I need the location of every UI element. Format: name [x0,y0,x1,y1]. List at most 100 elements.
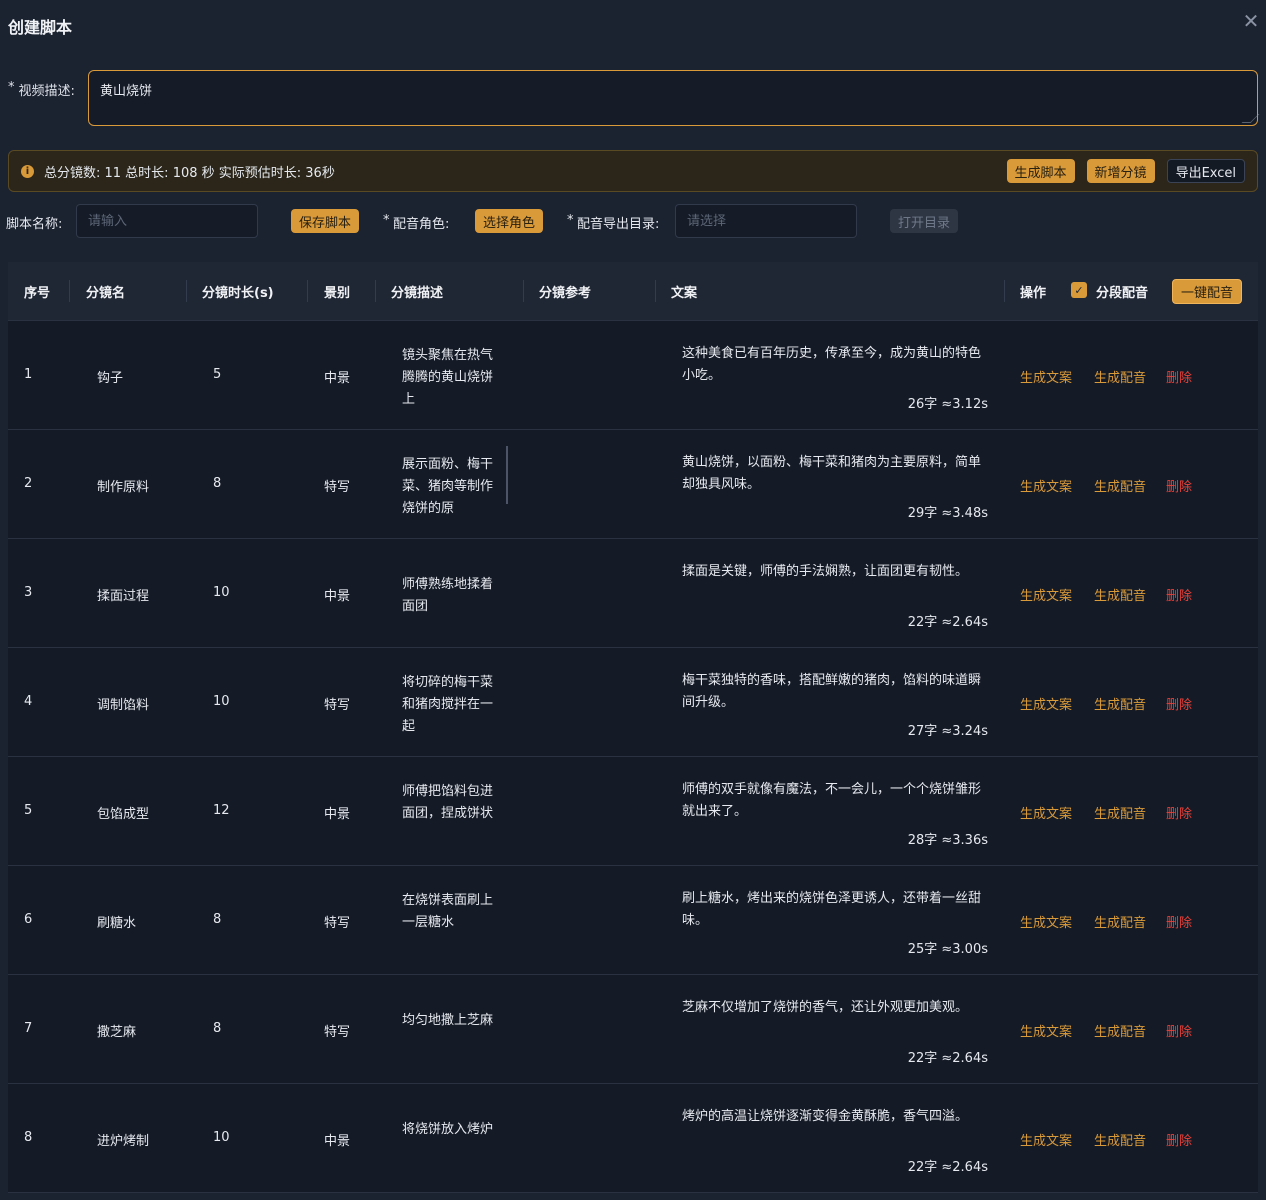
gen-copy-link[interactable]: 生成文案 [1020,367,1072,386]
row-shot-name: 钩子 [97,371,124,386]
row-shot-type: 中景 [324,807,351,822]
table-body: 1 钩子 5 中景 镜头聚焦在热气腾腾的黄山烧饼上 这种美食已有百年历史，传承至今，成为黄… [8,321,1258,1193]
gen-voice-link[interactable]: 生成配音 [1094,912,1146,931]
add-shot-button[interactable]: 新增分镜 [1086,159,1155,183]
row-index: 4 [24,694,33,709]
header-ops: 操作 [1020,286,1047,301]
header-ref: 分镜参考 [539,286,592,301]
row-shot-type: 特写 [324,1025,351,1040]
row-index: 1 [24,367,33,382]
required-mark: * [383,213,390,228]
export-excel-button[interactable]: 导出Excel [1166,159,1245,183]
video-desc-label: 视频描述: [18,84,75,99]
gen-copy-link[interactable]: 生成文案 [1020,694,1072,713]
gen-voice-link[interactable]: 生成配音 [1094,585,1146,604]
voice-role-label: 配音角色: [393,217,450,232]
generate-script-button[interactable]: 生成脚本 [1006,159,1075,183]
segment-voice-checkbox[interactable]: ✓ [1071,282,1087,298]
delete-link[interactable]: 删除 [1166,912,1192,931]
table-row: 2 制作原料 8 特写 展示面粉、梅干菜、猪肉等制作烧饼的原 黄山烧饼，以面粉、梅干菜和猪… [8,430,1258,539]
row-duration: 8 [213,912,222,927]
video-desc-textarea[interactable]: 黄山烧饼 [88,70,1260,126]
gen-copy-link[interactable]: 生成文案 [1020,585,1072,604]
row-shot-desc: 均匀地撒上芝麻 [402,1013,494,1028]
row-copy-text: 梅干菜独特的香味，搭配鲜嫩的猪肉，馅料的味道瞬间升级。 [682,673,982,710]
header-index: 序号 [24,286,51,301]
gen-copy-link[interactable]: 生成文案 [1020,912,1072,931]
table-row: 6 刷糖水 8 特写 在烧饼表面刷上一层糖水 刷上糖水，烤出来的烧饼色泽更诱人，还带着一丝… [8,866,1258,975]
delete-link[interactable]: 删除 [1166,1021,1192,1040]
row-char-count: 25字 ≈3.00s [907,942,988,957]
header-separator [307,280,308,302]
header-separator [69,280,70,302]
row-shot-desc: 镜头聚焦在热气腾腾的黄山烧饼上 [402,348,494,407]
row-index: 6 [24,912,33,927]
row-index: 2 [24,476,33,491]
row-shot-desc: 师傅把馅料包进面团，捏成饼状 [402,784,494,821]
gen-copy-link[interactable]: 生成文案 [1020,1021,1072,1040]
export-dir-input[interactable] [675,204,857,238]
header-copy: 文案 [671,286,698,301]
gen-voice-link[interactable]: 生成配音 [1094,803,1146,822]
video-desc-row: * 视频描述: [8,70,75,99]
required-mark: * [8,80,15,95]
row-copy-text: 芝麻不仅增加了烧饼的香气，还让外观更加美观。 [682,1000,969,1015]
script-name-label: 脚本名称: [6,217,63,232]
header-separator [523,280,524,302]
script-name-input[interactable] [76,204,258,238]
delete-link[interactable]: 删除 [1166,1130,1192,1149]
table-row: 1 钩子 5 中景 镜头聚焦在热气腾腾的黄山烧饼上 这种美食已有百年历史，传承至今，成为黄… [8,321,1258,430]
gen-copy-link[interactable]: 生成文案 [1020,1130,1072,1149]
row-shot-name: 撒芝麻 [97,1025,137,1040]
gen-voice-link[interactable]: 生成配音 [1094,1021,1146,1040]
header-name: 分镜名 [86,286,126,301]
one-click-voice-button[interactable]: 一键配音 [1172,279,1243,304]
gen-voice-link[interactable]: 生成配音 [1094,1130,1146,1149]
delete-link[interactable]: 删除 [1166,803,1192,822]
header-separator [655,280,656,302]
delete-link[interactable]: 删除 [1166,476,1192,495]
shot-table: 序号 分镜名 分镜时长(s) 景别 分镜描述 分镜参考 文案 操作 ✓ 分段配音… [8,262,1258,1193]
row-duration: 8 [213,476,222,491]
row-copy-text: 黄山烧饼，以面粉、梅干菜和猪肉为主要原料，简单却独具风味。 [682,455,982,492]
row-shot-type: 中景 [324,1134,351,1149]
row-index: 8 [24,1130,33,1145]
row-copy-text: 刷上糖水，烤出来的烧饼色泽更诱人，还带着一丝甜味。 [682,891,982,928]
select-role-button[interactable]: 选择角色 [475,209,544,233]
desc-scrollbar[interactable] [506,446,508,504]
video-desc-value: 黄山烧饼 [100,84,153,99]
row-shot-desc: 将烧饼放入烤炉 [402,1122,494,1137]
save-script-button[interactable]: 保存脚本 [291,209,360,233]
row-shot-type: 中景 [324,589,351,604]
open-dir-button[interactable]: 打开目录 [890,209,959,233]
gen-voice-link[interactable]: 生成配音 [1094,367,1146,386]
row-shot-name: 调制馅料 [97,698,150,713]
script-form-row: 脚本名称: 保存脚本 * 配音角色: 选择角色 * 配音导出目录: 打开目录 [0,204,1266,238]
summary-text: 总分镜数: 11 总时长: 108 秒 实际预估时长: 36秒 [44,165,335,181]
segment-voice-label: 分段配音 [1096,286,1149,301]
row-duration: 5 [213,367,222,382]
row-shot-name: 制作原料 [97,480,150,495]
row-shot-type: 特写 [324,916,351,931]
row-shot-name: 进炉烤制 [97,1134,150,1149]
row-duration: 10 [213,585,230,600]
gen-voice-link[interactable]: 生成配音 [1094,476,1146,495]
delete-link[interactable]: 删除 [1166,367,1192,386]
gen-copy-link[interactable]: 生成文案 [1020,803,1072,822]
table-row: 5 包馅成型 12 中景 师傅把馅料包进面团，捏成饼状 师傅的双手就像有魔法，不一会儿，一… [8,757,1258,866]
row-shot-desc: 将切碎的梅干菜和猪肉搅拌在一起 [402,675,494,734]
close-icon[interactable]: ✕ [1240,9,1262,33]
summary-alert: i 总分镜数: 11 总时长: 108 秒 实际预估时长: 36秒 生成脚本 新… [8,150,1258,192]
row-char-count: 26字 ≈3.12s [907,397,988,412]
table-row: 3 揉面过程 10 中景 师傅熟练地揉着面团 揉面是关键，师傅的手法娴熟，让面团更有韧性。… [8,539,1258,648]
gen-voice-link[interactable]: 生成配音 [1094,694,1146,713]
row-duration: 8 [213,1021,222,1036]
info-icon: i [21,164,34,178]
delete-link[interactable]: 删除 [1166,694,1192,713]
table-row: 8 进炉烤制 10 中景 将烧饼放入烤炉 烤炉的高温让烧饼逐渐变得金黄酥脆，香气四溢。 22… [8,1084,1258,1193]
delete-link[interactable]: 删除 [1166,585,1192,604]
resize-handle-icon[interactable] [1241,114,1260,123]
gen-copy-link[interactable]: 生成文案 [1020,476,1072,495]
row-shot-desc: 在烧饼表面刷上一层糖水 [402,893,494,930]
row-copy-text: 烤炉的高温让烧饼逐渐变得金黄酥脆，香气四溢。 [682,1109,969,1124]
